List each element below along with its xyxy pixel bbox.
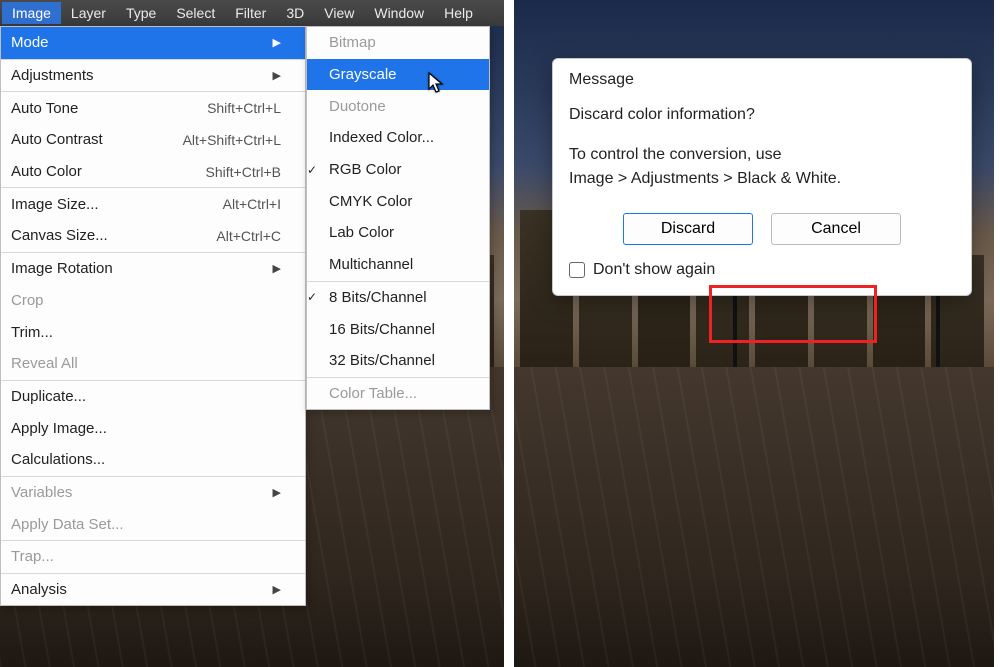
menubar-item-help[interactable]: Help (434, 2, 483, 24)
cancel-button[interactable]: Cancel (771, 213, 901, 245)
shortcut-label: Alt+Shift+Ctrl+L (183, 132, 281, 148)
mode-menu-item-grayscale[interactable]: Grayscale (307, 59, 489, 91)
mode-menu-item-indexed-color[interactable]: Indexed Color... (307, 122, 489, 154)
image-menu-item-label: Image Size... (11, 196, 99, 213)
mode-menu-item-cmyk-color[interactable]: CMYK Color (307, 185, 489, 217)
shortcut-label: Shift+Ctrl+B (206, 164, 281, 180)
image-menu-item-image-size[interactable]: Image Size... Alt+Ctrl+I (1, 188, 305, 220)
mode-menu-item-label: Indexed Color... (329, 129, 434, 146)
mode-menu-item-16-bits-channel[interactable]: 16 Bits/Channel (307, 313, 489, 345)
left-panel: ImageLayerTypeSelectFilter3DViewWindowHe… (0, 0, 510, 667)
menubar-item-3d[interactable]: 3D (276, 2, 314, 24)
image-menu-item-image-rotation[interactable]: Image Rotation ▶ (1, 253, 305, 285)
mode-menu-item-label: Duotone (329, 98, 386, 115)
image-menu-item-label: Canvas Size... (11, 227, 108, 244)
menubar: ImageLayerTypeSelectFilter3DViewWindowHe… (0, 0, 504, 26)
dont-show-label: Don't show again (593, 261, 715, 279)
mode-menu-item-8-bits-channel[interactable]: ✓ 8 Bits/Channel (307, 282, 489, 314)
mode-menu-item-label: Lab Color (329, 224, 394, 241)
image-menu-item-duplicate[interactable]: Duplicate... (1, 381, 305, 413)
right-panel: Message Discard color information? To co… (510, 0, 994, 667)
mode-submenu: Bitmap Grayscale Duotone Indexed Color... ✓ R… (306, 26, 490, 410)
mode-menu-item-label: Multichannel (329, 256, 413, 273)
menubar-item-view[interactable]: View (314, 2, 364, 24)
check-icon: ✓ (305, 163, 319, 177)
submenu-arrow-icon: ▶ (273, 583, 281, 596)
mode-menu-item-label: CMYK Color (329, 193, 412, 210)
image-menu-item-label: Auto Contrast (11, 131, 103, 148)
image-menu-item-label: Image Rotation (11, 260, 113, 277)
mode-menu-item-duotone: Duotone (307, 90, 489, 122)
mode-menu-item-multichannel[interactable]: Multichannel (307, 249, 489, 281)
image-menu-item-label: Trap... (11, 548, 54, 565)
image-menu-item-label: Mode (11, 34, 49, 51)
menubar-item-select[interactable]: Select (166, 2, 225, 24)
dont-show-checkbox[interactable] (569, 262, 585, 278)
image-menu-item-label: Adjustments (11, 67, 94, 84)
image-menu-item-analysis[interactable]: Analysis ▶ (1, 574, 305, 606)
submenu-arrow-icon: ▶ (273, 36, 281, 49)
menubar-item-image[interactable]: Image (2, 2, 61, 24)
image-menu-item-trap: Trap... (1, 541, 305, 573)
mode-menu-item-lab-color[interactable]: Lab Color (307, 217, 489, 249)
image-menu-item-label: Auto Tone (11, 100, 78, 117)
image-menu-item-crop: Crop (1, 285, 305, 317)
image-menu-item-reveal-all: Reveal All (1, 348, 305, 380)
check-icon: ✓ (305, 290, 319, 304)
image-menu-item-label: Variables (11, 484, 72, 501)
dialog-title: Message (553, 59, 971, 95)
menubar-item-layer[interactable]: Layer (61, 2, 116, 24)
dialog-hint-2: Image > Adjustments > Black & White. (569, 167, 955, 191)
menubar-item-window[interactable]: Window (364, 2, 434, 24)
image-menu-item-auto-contrast[interactable]: Auto Contrast Alt+Shift+Ctrl+L (1, 124, 305, 156)
submenu-arrow-icon: ▶ (273, 262, 281, 275)
image-menu-item-trim[interactable]: Trim... (1, 316, 305, 348)
image-menu-item-label: Auto Color (11, 163, 82, 180)
image-menu-item-apply-image[interactable]: Apply Image... (1, 412, 305, 444)
shortcut-label: Alt+Ctrl+C (216, 228, 281, 244)
mode-menu-item-label: 32 Bits/Channel (329, 352, 435, 369)
image-menu-item-label: Apply Image... (11, 420, 107, 437)
image-menu-item-canvas-size[interactable]: Canvas Size... Alt+Ctrl+C (1, 220, 305, 252)
submenu-arrow-icon: ▶ (273, 486, 281, 499)
menubar-item-type[interactable]: Type (116, 2, 166, 24)
image-menu-item-auto-color[interactable]: Auto Color Shift+Ctrl+B (1, 156, 305, 188)
message-dialog: Message Discard color information? To co… (552, 58, 972, 296)
shortcut-label: Shift+Ctrl+L (207, 100, 281, 116)
image-menu-item-label: Reveal All (11, 355, 78, 372)
image-menu-item-label: Analysis (11, 581, 67, 598)
mode-menu-item-label: Bitmap (329, 34, 376, 51)
image-menu-item-auto-tone[interactable]: Auto Tone Shift+Ctrl+L (1, 92, 305, 124)
dialog-question: Discard color information? (569, 103, 955, 127)
mode-menu-item-32-bits-channel[interactable]: 32 Bits/Channel (307, 345, 489, 377)
submenu-arrow-icon: ▶ (273, 69, 281, 82)
image-menu-item-adjustments[interactable]: Adjustments ▶ (1, 60, 305, 92)
mode-menu-item-label: RGB Color (329, 161, 402, 178)
dialog-hint-1: To control the conversion, use (569, 143, 955, 167)
image-menu-item-label: Calculations... (11, 451, 105, 468)
image-menu-item-label: Trim... (11, 324, 53, 341)
mode-menu-item-bitmap: Bitmap (307, 27, 489, 59)
shortcut-label: Alt+Ctrl+I (223, 196, 281, 212)
mode-menu-item-label: 8 Bits/Channel (329, 289, 427, 306)
image-menu-item-label: Crop (11, 292, 44, 309)
mode-menu-item-label: 16 Bits/Channel (329, 321, 435, 338)
mode-menu-item-color-table: Color Table... (307, 378, 489, 410)
mode-menu-item-label: Grayscale (329, 66, 397, 83)
image-menu-item-apply-data-set: Apply Data Set... (1, 508, 305, 540)
image-menu-item-mode[interactable]: Mode ▶ (1, 27, 305, 59)
discard-button[interactable]: Discard (623, 213, 753, 245)
image-menu-item-calculations[interactable]: Calculations... (1, 444, 305, 476)
image-menu-item-label: Duplicate... (11, 388, 86, 405)
cursor-icon (428, 72, 446, 99)
image-menu-item-variables: Variables ▶ (1, 477, 305, 509)
image-menu-item-label: Apply Data Set... (11, 516, 124, 533)
mode-menu-item-rgb-color[interactable]: ✓ RGB Color (307, 154, 489, 186)
mode-menu-item-label: Color Table... (329, 385, 417, 402)
image-menu: Mode▶Adjustments▶Auto ToneShift+Ctrl+LAu… (0, 26, 306, 606)
menubar-item-filter[interactable]: Filter (225, 2, 276, 24)
